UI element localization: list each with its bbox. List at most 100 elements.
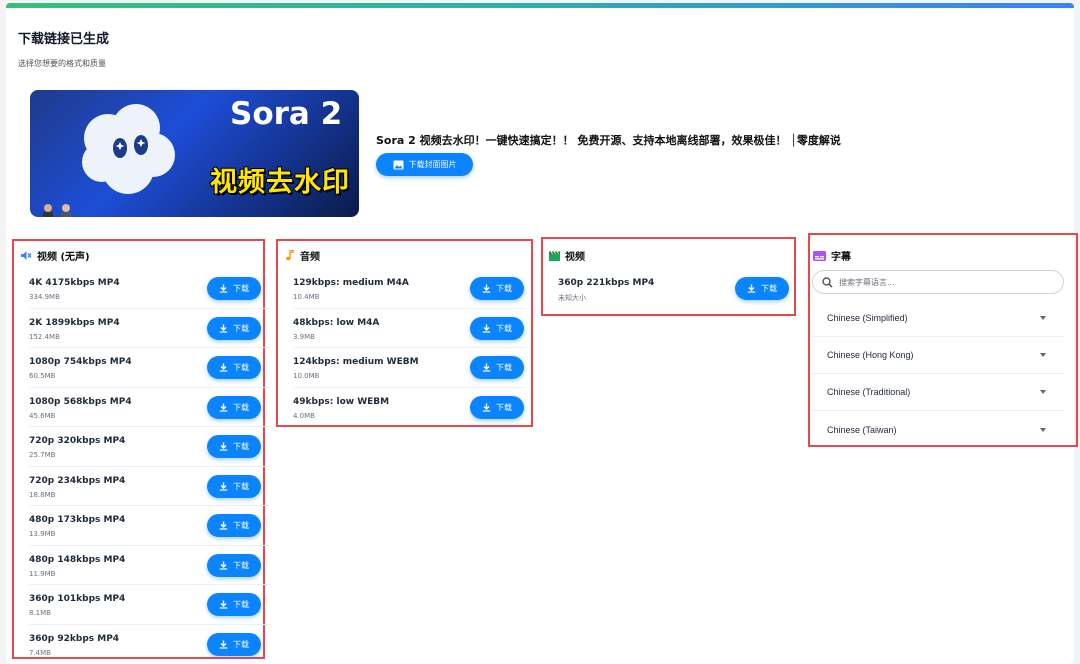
subtitles-icon: [813, 250, 826, 261]
section-label: 字幕: [831, 252, 851, 263]
download-button-label: 下载: [496, 323, 512, 333]
download-cover-label: 下载封面图片: [408, 160, 457, 169]
thumbnail-caption: 视频去水印: [209, 166, 350, 199]
muted-speaker-icon: [21, 251, 32, 260]
download-icon: [482, 324, 491, 333]
format-row: 360p 92kbps MP4 7.4MB 下载: [29, 625, 270, 664]
chevron-down-icon[interactable]: [1040, 390, 1046, 394]
video-title: Sora 2 视频去水印！一键快速搞定！！ 免费开源、支持本地离线部署，效果极佳…: [376, 134, 841, 147]
format-size: 25.7MB: [29, 451, 56, 459]
download-button-label: 下载: [233, 323, 249, 333]
download-button[interactable]: 下载: [470, 356, 524, 379]
format-row: 4K 4175kbps MP4 334.9MB 下载: [29, 269, 270, 309]
format-size: 4.0MB: [293, 411, 315, 420]
subtitle-language-row[interactable]: Chinese (Traditional): [812, 374, 1064, 411]
format-size: 未知大小: [558, 294, 586, 302]
download-button-label: 下载: [233, 402, 249, 412]
download-button-label: 下载: [233, 600, 249, 609]
format-size: 10.4MB: [293, 293, 320, 301]
format-label: 1080p 568kbps MP4: [29, 396, 132, 407]
format-size: 60.5MB: [29, 372, 56, 380]
format-label: 1080p 754kbps MP4: [29, 357, 132, 367]
download-button-label: 下载: [496, 363, 512, 372]
download-button[interactable]: 下载: [207, 632, 261, 656]
download-button[interactable]: 下载: [735, 277, 789, 300]
subtitle-language-label: Chinese (Taiwan): [827, 424, 897, 435]
download-button-label: 下载: [233, 639, 249, 649]
download-icon: [482, 403, 491, 412]
section-title-video-silent: 视频 (无声): [20, 248, 90, 263]
format-size: 10.0MB: [293, 372, 320, 380]
clapperboard-icon: [549, 250, 560, 261]
download-icon: [219, 482, 228, 491]
format-size: 11.9MB: [29, 569, 56, 578]
subtitle-language-row[interactable]: Chinese (Taiwan): [812, 411, 1064, 448]
format-label: 360p 221kbps MP4: [558, 278, 655, 288]
format-size: 334.9MB: [29, 293, 60, 301]
download-button-label: 下载: [233, 284, 249, 293]
format-label: 49kbps: low WEBM: [293, 396, 390, 407]
download-button[interactable]: 下载: [207, 395, 261, 419]
page-title: 下载链接已生成: [18, 32, 110, 47]
format-row: 480p 173kbps MP4 13.9MB 下载: [29, 506, 270, 546]
format-row: 129kbps: medium M4A 10.4MB 下载: [293, 269, 524, 309]
format-label: 48kbps: low M4A: [293, 317, 380, 328]
format-size: 3.9MB: [293, 332, 315, 341]
download-button[interactable]: 下载: [470, 395, 524, 419]
format-row: 360p 221kbps MP4 未知大小 下载: [558, 269, 790, 308]
download-button[interactable]: 下载: [207, 474, 261, 498]
download-button[interactable]: 下载: [470, 316, 524, 340]
format-label: 124kbps: medium WEBM: [293, 357, 419, 367]
download-icon: [219, 363, 228, 372]
download-button-label: 下载: [233, 363, 249, 372]
section-title-audio: 音频: [285, 248, 320, 263]
download-button[interactable]: 下载: [470, 277, 524, 300]
thumbnail-title: Sora 2: [230, 96, 343, 132]
download-icon: [482, 363, 491, 372]
format-label: 360p 101kbps MP4: [29, 594, 126, 604]
download-icon: [219, 521, 228, 530]
download-icon: [219, 324, 228, 333]
section-title-video: 视频: [549, 248, 585, 263]
chevron-down-icon[interactable]: [1040, 427, 1046, 432]
download-button[interactable]: 下载: [207, 593, 261, 616]
subtitle-language-label: Chinese (Simplified): [827, 313, 908, 323]
download-button-label: 下载: [496, 402, 512, 412]
format-row: 2K 1899kbps MP4 152.4MB 下载: [29, 309, 270, 348]
format-row: 49kbps: low WEBM 4.0MB 下载: [293, 388, 524, 428]
section-label: 音频: [300, 252, 320, 263]
subtitle-search-box[interactable]: [812, 270, 1064, 294]
format-size: 13.9MB: [29, 530, 56, 538]
cloud-mascot-icon: [82, 104, 175, 194]
download-button-label: 下载: [233, 521, 249, 530]
format-label: 129kbps: medium M4A: [293, 278, 409, 288]
download-icon: [219, 284, 228, 293]
format-label: 4K 4175kbps MP4: [29, 278, 120, 288]
search-icon: [822, 276, 833, 287]
download-button[interactable]: 下载: [207, 435, 261, 458]
subtitle-language-row[interactable]: Chinese (Hong Kong): [812, 337, 1064, 374]
format-label: 720p 234kbps MP4: [29, 475, 126, 486]
download-button[interactable]: 下载: [207, 553, 261, 577]
download-button[interactable]: 下载: [207, 316, 261, 340]
download-button[interactable]: 下载: [207, 277, 261, 300]
format-row: 720p 234kbps MP4 18.8MB 下载: [29, 467, 270, 506]
download-icon: [219, 600, 228, 609]
section-label: 视频 (无声): [37, 252, 90, 263]
chevron-down-icon[interactable]: [1040, 353, 1046, 357]
chevron-down-icon[interactable]: [1040, 316, 1046, 320]
download-button-label: 下载: [233, 481, 249, 491]
video-thumbnail: Sora 2 视频去水印: [30, 90, 359, 217]
download-cover-button[interactable]: 下载封面图片: [376, 153, 473, 176]
subtitle-language-row[interactable]: Chinese (Simplified): [812, 300, 1064, 337]
format-label: 480p 173kbps MP4: [29, 515, 126, 525]
format-size: 45.6MB: [29, 411, 56, 420]
download-button-label: 下载: [496, 284, 512, 293]
subtitle-search-input[interactable]: [839, 277, 1039, 287]
format-size: 18.8MB: [29, 490, 56, 499]
format-row: 360p 101kbps MP4 8.1MB 下载: [29, 585, 270, 625]
download-button[interactable]: 下载: [207, 514, 261, 537]
download-icon: [482, 284, 491, 293]
download-button[interactable]: 下载: [207, 356, 261, 379]
section-title-subtitles: 字幕: [813, 248, 851, 263]
